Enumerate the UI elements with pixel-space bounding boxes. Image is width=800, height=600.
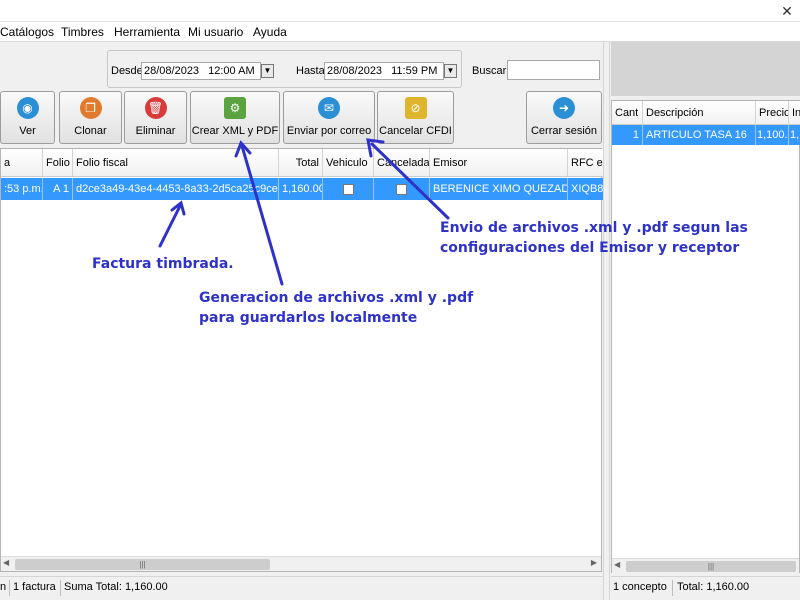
divider <box>9 580 10 596</box>
scroll-thumb[interactable]: ||| <box>626 561 796 572</box>
cerrar-sesion-label: Cerrar sesión <box>530 125 598 137</box>
menu-timbres[interactable]: Timbres <box>61 25 104 39</box>
status-count: 1 factura <box>13 581 56 593</box>
vehiculo-checkbox[interactable] <box>342 183 354 195</box>
status-sum: Suma Total: 1,160.00 <box>64 581 168 593</box>
cell-precio: 1,100.00 <box>756 125 789 145</box>
col-importe[interactable]: In <box>789 101 800 125</box>
annotation-generacion-line1: Generacion de archivos .xml y .pdf <box>199 290 474 306</box>
menu-catalogos[interactable]: Catálogos <box>0 25 54 39</box>
logout-icon: ➜ <box>553 97 575 119</box>
scroll-left-icon[interactable]: ◀ <box>3 558 9 567</box>
hasta-time-value: 11:59 PM <box>391 65 438 77</box>
invoices-grid[interactable]: a Folio Folio fiscal Total Vehiculo Canc… <box>0 148 603 572</box>
col-precio[interactable]: Precio <box>756 101 789 125</box>
desde-dropdown-icon[interactable]: ▼ <box>261 64 274 78</box>
scroll-left-icon[interactable]: ◀ <box>614 560 620 569</box>
enviar-correo-button[interactable]: ✉ Enviar por correo <box>283 91 375 144</box>
menu-herramienta[interactable]: Herramienta <box>114 25 180 39</box>
cell-vehiculo <box>323 178 374 200</box>
cell-cancelada <box>374 178 430 200</box>
clonar-label: Clonar <box>74 125 107 137</box>
menu-ayuda[interactable]: Ayuda <box>253 25 287 39</box>
col-rfc[interactable]: RFC en <box>568 149 603 177</box>
concepts-count: 1 concepto <box>613 581 667 593</box>
status-left: n <box>0 581 7 593</box>
cell-total: 1,160.00 <box>279 178 323 200</box>
cell-rfc: XIQB8 <box>571 183 603 195</box>
col-fecha[interactable]: a <box>1 149 43 177</box>
app-icon <box>0 2 6 18</box>
cell-emisor: BERENICE XIMO QUEZADA <box>430 178 568 200</box>
crear-xml-pdf-button[interactable]: ⚙ Crear XML y PDF <box>190 91 280 144</box>
enviar-correo-label: Enviar por correo <box>286 125 372 137</box>
mail-icon: ✉ <box>318 97 340 119</box>
trash-icon: 🗑 <box>144 97 167 119</box>
table-row[interactable]: 1 ARTICULO TASA 16 1,100.00 1, <box>612 125 800 145</box>
eliminar-button[interactable]: 🗑 Eliminar <box>124 91 187 144</box>
cancelada-checkbox[interactable] <box>396 183 407 195</box>
col-cancelada[interactable]: Cancelada <box>374 149 430 177</box>
ver-button[interactable]: ◉ Ver <box>0 91 55 144</box>
annotation-envio-line2: configuraciones del Emisor y receptor <box>440 240 740 256</box>
desde-time-value: 12:00 AM <box>208 65 255 77</box>
col-folio-fiscal[interactable]: Folio fiscal <box>73 149 279 177</box>
scroll-right-icon[interactable]: ▶ <box>591 558 597 567</box>
clone-icon: ❐ <box>79 97 102 119</box>
cancel-cfdi-icon: ⊘ <box>404 97 427 119</box>
col-descripcion[interactable]: Descripción <box>643 101 756 125</box>
col-cant[interactable]: Cant <box>612 101 643 125</box>
hasta-label: Hasta <box>296 65 325 77</box>
buscar-label: Buscar <box>472 65 507 77</box>
scroll-thumb[interactable]: ||| <box>15 559 270 570</box>
search-input[interactable] <box>507 60 600 80</box>
concepts-total: Total: 1,160.00 <box>677 581 750 593</box>
col-emisor[interactable]: Emisor <box>430 149 568 177</box>
cerrar-sesion-button[interactable]: ➜ Cerrar sesión <box>526 91 602 144</box>
hasta-date-input[interactable]: 28/08/2023 11:59 PM <box>324 62 444 80</box>
table-row[interactable]: :53 p.m. A 1 d2ce3a49-43e4-4453-8a33-2d5… <box>1 178 603 200</box>
cell-folio-fiscal: d2ce3a49-43e4-4453-8a33-2d5ca25c9ce <box>73 178 279 200</box>
concepts-grid[interactable]: Cant Descripción Precio In 1 ARTICULO TA… <box>611 100 800 573</box>
hasta-dropdown-icon[interactable]: ▼ <box>444 64 457 78</box>
ver-label: Ver <box>19 125 36 137</box>
cell-folio: A 1 <box>43 178 73 200</box>
right-panel-header <box>611 42 800 96</box>
col-folio[interactable]: Folio <box>43 149 73 177</box>
xml-pdf-icon: ⚙ <box>224 97 246 119</box>
eliminar-label: Eliminar <box>135 125 176 137</box>
divider <box>672 580 673 596</box>
clonar-button[interactable]: ❐ Clonar <box>59 91 122 144</box>
menu-mi-usuario[interactable]: Mi usuario <box>188 25 243 39</box>
eye-icon: ◉ <box>16 97 39 119</box>
close-window-icon[interactable]: ✕ <box>774 0 800 22</box>
hasta-date-value: 28/08/2023 <box>327 65 383 77</box>
invoices-status-bar: n 1 factura Suma Total: 1,160.00 <box>0 576 605 600</box>
annotation-generacion-line2: para guardarlos localmente <box>199 310 418 326</box>
col-total[interactable]: Total <box>279 149 323 177</box>
col-vehiculo[interactable]: Vehiculo <box>323 149 374 177</box>
annotation-envio-line1: Envio de archivos .xml y .pdf segun las <box>440 220 748 236</box>
invoices-grid-header: a Folio Folio fiscal Total Vehiculo Canc… <box>1 149 603 177</box>
annotation-factura: Factura timbrada. <box>92 256 234 272</box>
panel-splitter[interactable] <box>603 42 610 600</box>
cell-importe: 1, <box>790 129 800 141</box>
concepts-status-bar: 1 concepto Total: 1,160.00 <box>611 576 800 600</box>
crear-xml-pdf-label: Crear XML y PDF <box>191 125 279 137</box>
desde-date-input[interactable]: 28/08/2023 12:00 AM <box>141 62 261 80</box>
desde-label: Desde <box>111 65 143 77</box>
concepts-hscrollbar[interactable]: ◀ ||| <box>612 558 799 573</box>
cancelar-cfdi-button[interactable]: ⊘ Cancelar CFDI <box>377 91 454 144</box>
invoices-hscrollbar[interactable]: ◀ ||| ▶ <box>1 556 601 571</box>
menu-bar: Catálogos Timbres Herramienta Mi usuario… <box>0 22 800 42</box>
cell-descripcion: ARTICULO TASA 16 <box>643 125 756 145</box>
cell-fecha: :53 p.m. <box>1 178 43 200</box>
window-titlebar: ✕ <box>0 0 800 22</box>
desde-date-value: 28/08/2023 <box>144 65 200 77</box>
cell-cant: 1 <box>612 125 643 145</box>
cancelar-cfdi-label: Cancelar CFDI <box>379 125 452 137</box>
concepts-grid-header: Cant Descripción Precio In <box>612 101 800 125</box>
divider <box>60 580 61 596</box>
